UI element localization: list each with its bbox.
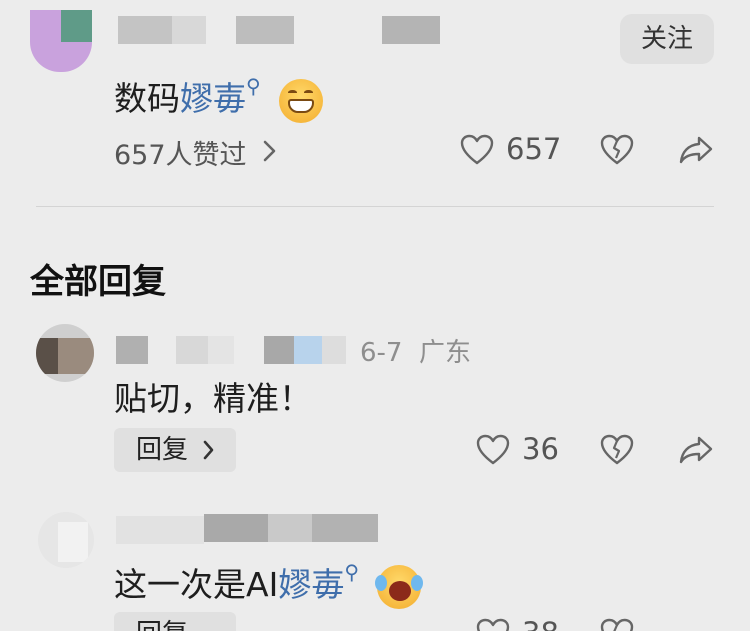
section-divider (36, 206, 714, 207)
reply-text: 贴切，精准！ (114, 379, 312, 418)
post-topic-link[interactable]: 嫪毐 (180, 79, 246, 118)
reply-text: 这一次是AI嫪毐⚲ (114, 558, 424, 609)
reply-author-avatar[interactable] (38, 512, 94, 568)
post-author-name-redacted (172, 16, 206, 44)
share-arrow-icon[interactable] (678, 135, 714, 165)
reply-author-name-redacted (294, 336, 322, 364)
likers-summary-label: 657人赞过 (114, 140, 247, 171)
broken-heart-icon[interactable] (600, 434, 634, 466)
chevron-right-icon[interactable] (262, 138, 278, 164)
post-text-prefix: 数码 (114, 79, 180, 118)
reply-button-label: 回复 (136, 435, 189, 465)
heart-icon[interactable] (476, 434, 510, 466)
share-arrow-icon[interactable] (678, 435, 714, 465)
broken-heart-icon[interactable] (600, 618, 634, 631)
post-author-name-redacted (382, 16, 440, 44)
reply-author-name-redacted (116, 336, 148, 364)
reply-author-name-redacted (322, 336, 346, 364)
search-icon[interactable]: ⚲ (344, 560, 359, 584)
reply-button-label: 回复 (136, 619, 188, 631)
reply-author-name-redacted (176, 336, 208, 364)
reply-like-count: 36 (522, 432, 559, 466)
reply-meta: 6-7 广东 (360, 332, 471, 369)
reply-author-name-redacted (204, 514, 268, 542)
heart-icon[interactable] (476, 618, 510, 631)
post-author-avatar[interactable] (30, 10, 92, 72)
reply-date: 6-7 (360, 338, 403, 368)
replies-section-title: 全部回复 (30, 262, 166, 302)
post-like-count: 657 (506, 132, 562, 166)
reply-button[interactable]: 回复 (114, 428, 236, 472)
reply-like-count: 38 (522, 616, 559, 631)
reply-author-name-redacted (208, 336, 234, 364)
grinning-emoji-icon (279, 78, 324, 123)
follow-button[interactable]: 关注 (620, 14, 714, 64)
reply-location: 广东 (419, 338, 472, 368)
reply-text-prefix: 这一次是AI (114, 565, 279, 604)
post-author-name-redacted (236, 16, 294, 44)
likers-summary[interactable]: 657人赞过 (114, 133, 247, 172)
reply-author-avatar[interactable] (36, 324, 94, 382)
heart-icon[interactable] (460, 134, 494, 166)
reply-author-name-redacted (312, 514, 378, 542)
post-text: 数码嫪毐⚲ (114, 72, 324, 123)
search-icon[interactable]: ⚲ (246, 74, 261, 98)
reply-author-name-redacted (116, 516, 204, 544)
broken-heart-icon[interactable] (600, 134, 634, 166)
laughing-crying-emoji-icon (375, 564, 424, 609)
reply-button[interactable]: 回复 (114, 612, 236, 631)
reply-author-name-redacted (268, 514, 312, 542)
reply-author-name-redacted (264, 336, 294, 364)
reply-topic-link[interactable]: 嫪毐 (278, 565, 344, 604)
chevron-right-icon (203, 440, 214, 460)
